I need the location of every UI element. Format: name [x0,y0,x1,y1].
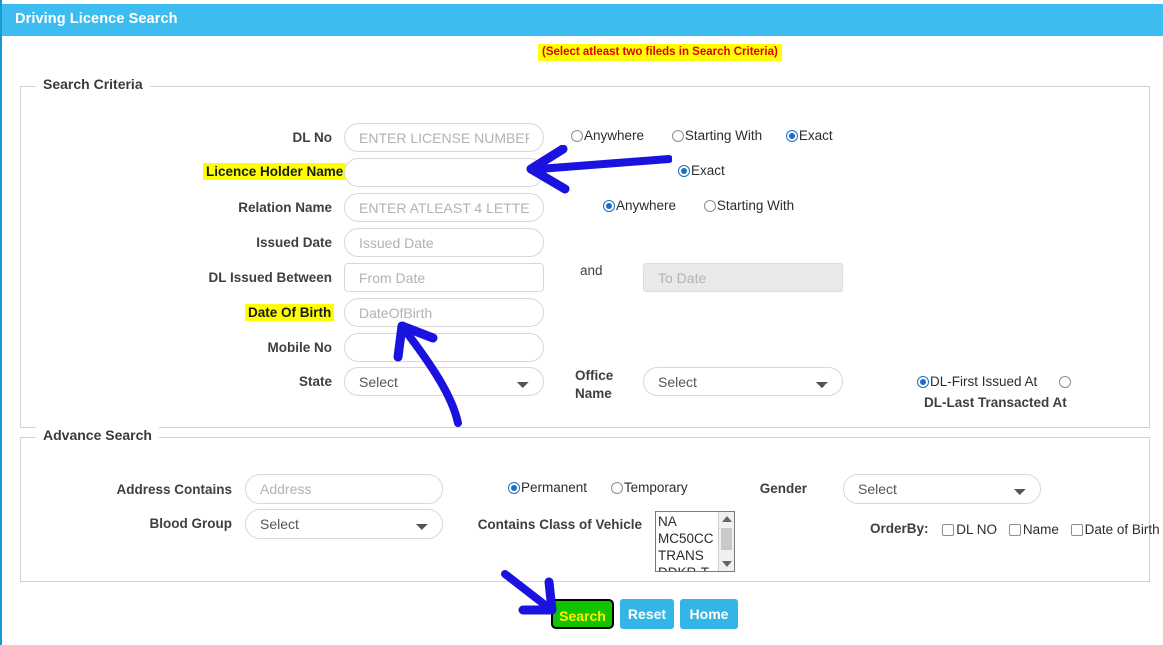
advance-search-legend: Advance Search [36,427,159,443]
checkbox-order-by-date-of-birth[interactable]: Date of Birth [1070,522,1160,537]
label-gender: Gender [759,481,807,496]
dl-issued-to-date-input[interactable] [643,263,843,292]
state-select[interactable]: Select [344,367,544,396]
radio-dl-first-issued-at[interactable]: DL-First Issued At [917,374,1037,389]
relation-name-input[interactable] [344,193,544,222]
dl-issued-at-radio-group[interactable]: DL-First Issued At [917,372,1072,389]
radio-circle-selected-icon [785,129,798,142]
radio-circle-selected-icon [678,164,690,177]
search-button[interactable]: Search [551,599,614,629]
radio-circle-icon [610,481,623,494]
radio-licence-holder-exact[interactable]: Exact [678,163,725,178]
checkbox-icon [1070,523,1083,536]
radio-circle-selected-icon [917,375,929,388]
radio-circle-selected-icon [603,199,615,212]
radio-circle-icon [703,199,716,212]
radio-circle-icon [671,129,684,142]
label-licence-holder-name: Licence Holder Name [203,163,347,180]
scroll-down-arrow-icon[interactable] [722,561,732,567]
radio-temporary[interactable]: Temporary [610,480,688,495]
window-title-bar: Driving Licence Search [2,2,1163,36]
gender-select[interactable]: Select [843,474,1041,504]
label-contains-class-of-vehicle: Contains Class of Vehicle [477,517,642,532]
label-state: State [298,374,332,389]
address-contains-input[interactable] [245,474,443,504]
radio-relation-anywhere[interactable]: Anywhere [603,198,676,213]
label-dl-issued-between: DL Issued Between [208,270,332,285]
office-name-select[interactable]: Select [643,367,843,396]
label-dl-last-transacted-at: DL-Last Transacted At [924,395,1067,410]
radio-relation-starting-with[interactable]: Starting With [703,198,794,213]
date-of-birth-input[interactable] [344,298,544,327]
search-criteria-note: (Select atleast two fileds in Search Cri… [538,44,782,61]
radio-circle-selected-icon [508,481,520,494]
class-of-vehicle-listbox[interactable]: NA MC50CC TRANS DDKR-T [655,511,735,572]
scrollbar-thumb[interactable] [721,528,732,550]
radio-dl-no-exact[interactable]: Exact [785,128,833,143]
dl-no-input[interactable] [344,123,544,152]
scroll-up-arrow-icon[interactable] [722,516,732,522]
advance-search-fieldset: Advance Search [20,427,1150,582]
label-relation-name: Relation Name [238,200,332,215]
issued-date-input[interactable] [344,228,544,257]
label-order-by: OrderBy: [870,521,929,536]
radio-permanent[interactable]: Permanent [508,480,587,495]
licence-holder-name-input[interactable] [344,158,544,187]
label-issued-date: Issued Date [256,235,332,250]
label-mobile-no: Mobile No [267,340,333,355]
label-office-name-line2: Name [575,386,612,401]
label-address-contains: Address Contains [116,482,232,497]
checkbox-icon [942,523,955,536]
page-title: Driving Licence Search [15,11,178,27]
mobile-no-input[interactable] [344,333,544,362]
dl-issued-from-date-input[interactable] [344,263,544,292]
radio-circle-icon [571,129,583,142]
search-criteria-legend: Search Criteria [36,76,150,92]
licence-holder-name-match-radio-group[interactable]: Exact [678,161,725,178]
relation-name-match-radio-group[interactable]: Anywhere Starting With [603,196,794,213]
page-root: Driving Licence Search (Select atleast t… [0,0,1163,645]
checkbox-order-by-dl-no[interactable]: DL NO [942,522,997,537]
label-dl-no: DL No [292,130,333,145]
listbox-scrollbar[interactable] [718,512,734,571]
order-by-group[interactable]: OrderBy: DL NO Name Date of Birth [870,520,1160,537]
radio-dl-no-anywhere[interactable]: Anywhere [571,128,644,143]
radio-dl-no-starting-with[interactable]: Starting With [671,128,762,143]
radio-circle-icon [1059,375,1072,388]
label-blood-group: Blood Group [149,516,232,531]
issued-between-conjunction: and [580,263,603,278]
reset-button[interactable]: Reset [620,599,674,629]
dl-no-match-radio-group[interactable]: Anywhere Starting With Exact [571,126,833,143]
radio-dl-last-transacted-at[interactable] [1059,374,1072,389]
home-button[interactable]: Home [680,599,738,629]
licence-type-radio-group[interactable]: Permanent Temporary [508,478,688,495]
checkbox-order-by-name[interactable]: Name [1008,522,1059,537]
blood-group-select[interactable]: Select [245,509,443,539]
checkbox-icon [1008,523,1021,536]
label-date-of-birth: Date Of Birth [245,304,335,321]
label-office-name-line1: Office [575,368,614,383]
